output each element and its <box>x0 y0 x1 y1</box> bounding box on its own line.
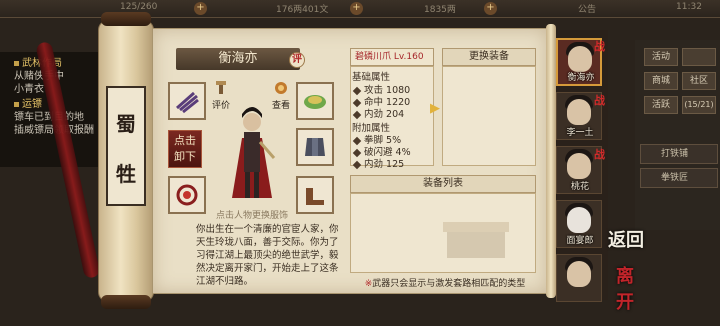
sect-name-strip: 蜀 牲 <box>106 86 146 206</box>
stat-inner-power: 内劲 204 <box>352 106 404 120</box>
active-button[interactable]: 活跃 <box>644 96 678 114</box>
quest-desc-2: 小青衣 <box>14 84 44 95</box>
activity-button[interactable]: 活动 <box>644 48 678 66</box>
paper-roll-edge <box>546 24 556 298</box>
review-button[interactable]: 评 <box>289 52 305 68</box>
stat-inner-power-bonus: 内劲 125 <box>352 156 404 170</box>
equip-slot-weapon[interactable] <box>168 82 206 120</box>
unequip-button[interactable]: 点击 卸下 <box>168 130 202 168</box>
sect-char-2: 牲 <box>116 162 136 186</box>
energy-counter: 125/260 <box>120 2 158 12</box>
diamond-bullet-icon <box>352 110 362 119</box>
equip-slot-head[interactable] <box>296 82 334 120</box>
party-member-4[interactable]: 面宴郎 <box>556 200 602 248</box>
headgear-icon <box>304 95 326 109</box>
battle-tag-3: 战 <box>594 148 605 161</box>
equipment-list[interactable] <box>350 193 536 273</box>
base-stats-title: 基础属性 <box>352 72 391 83</box>
money-counter: 176两401文 <box>276 5 329 15</box>
community-button[interactable]: 社区 <box>682 72 716 90</box>
quest-desc-3: 镖车已到目的地 <box>14 112 84 123</box>
battle-tag-2: 战 <box>594 94 605 107</box>
shop-button[interactable]: 商城 <box>644 72 678 90</box>
quest-marker-icon <box>14 101 19 107</box>
side-menu <box>635 40 720 230</box>
side-button-2[interactable] <box>682 48 716 66</box>
equipment-list-header: 装备列表 <box>350 175 536 193</box>
amulet-icon <box>176 184 198 206</box>
weapon-filter-note: ※武器只会显示与激发套路相匹配的类型 <box>364 279 526 289</box>
weapon-name: 碧磷川爪 Lv.160 <box>350 48 434 66</box>
blacksmith-button[interactable]: 打铁铺 <box>640 144 718 164</box>
scroll-knob-top <box>101 12 151 26</box>
orb-icon <box>275 82 287 94</box>
character-bio: 你出生在一个清廉的官宦人家，你天生玲珑八面，善于交际。你为了习得江湖上最顶尖的绝… <box>196 224 339 287</box>
scroll-knob-bottom <box>101 295 151 309</box>
avatar <box>568 46 592 72</box>
gold-counter: 1835两 <box>424 5 456 15</box>
back-button[interactable]: 返回 离开 <box>604 226 646 313</box>
empty-chest-icon <box>443 222 509 258</box>
add-money-button[interactable]: + <box>350 2 363 15</box>
avatar <box>567 153 591 179</box>
active-progress: (15/21) <box>682 96 716 114</box>
avatar <box>567 99 591 125</box>
tool-icon <box>216 81 226 94</box>
character-name: 衡海亦 <box>176 48 300 70</box>
add-energy-button[interactable]: + <box>194 2 207 15</box>
boots-icon <box>306 188 324 205</box>
tap-hint: 点击人物更换服饰 <box>215 211 288 221</box>
add-gold-button[interactable]: + <box>484 2 497 15</box>
diamond-bullet-icon <box>352 160 362 169</box>
sect-char-1: 蜀 <box>116 112 136 136</box>
clock: 11:32 <box>676 2 702 12</box>
party-member-5[interactable] <box>556 254 602 302</box>
announcement-button[interactable]: 公告 <box>578 2 596 15</box>
swap-equipment-header: 更换装备 <box>442 48 536 66</box>
equip-slot-armor[interactable] <box>296 128 334 166</box>
avatar <box>567 207 591 233</box>
quest-title-2[interactable]: 运镖 <box>14 99 42 111</box>
swap-equipment-panel[interactable] <box>442 66 536 166</box>
armor-icon <box>305 138 325 156</box>
claw-weapon-icon <box>176 91 199 114</box>
fist-smith-button[interactable]: 拳铁匠 <box>640 168 718 188</box>
character-model[interactable] <box>222 98 282 206</box>
quest-marker-icon <box>14 60 19 66</box>
battle-tag-1: 战 <box>594 40 605 53</box>
avatar <box>567 261 591 287</box>
